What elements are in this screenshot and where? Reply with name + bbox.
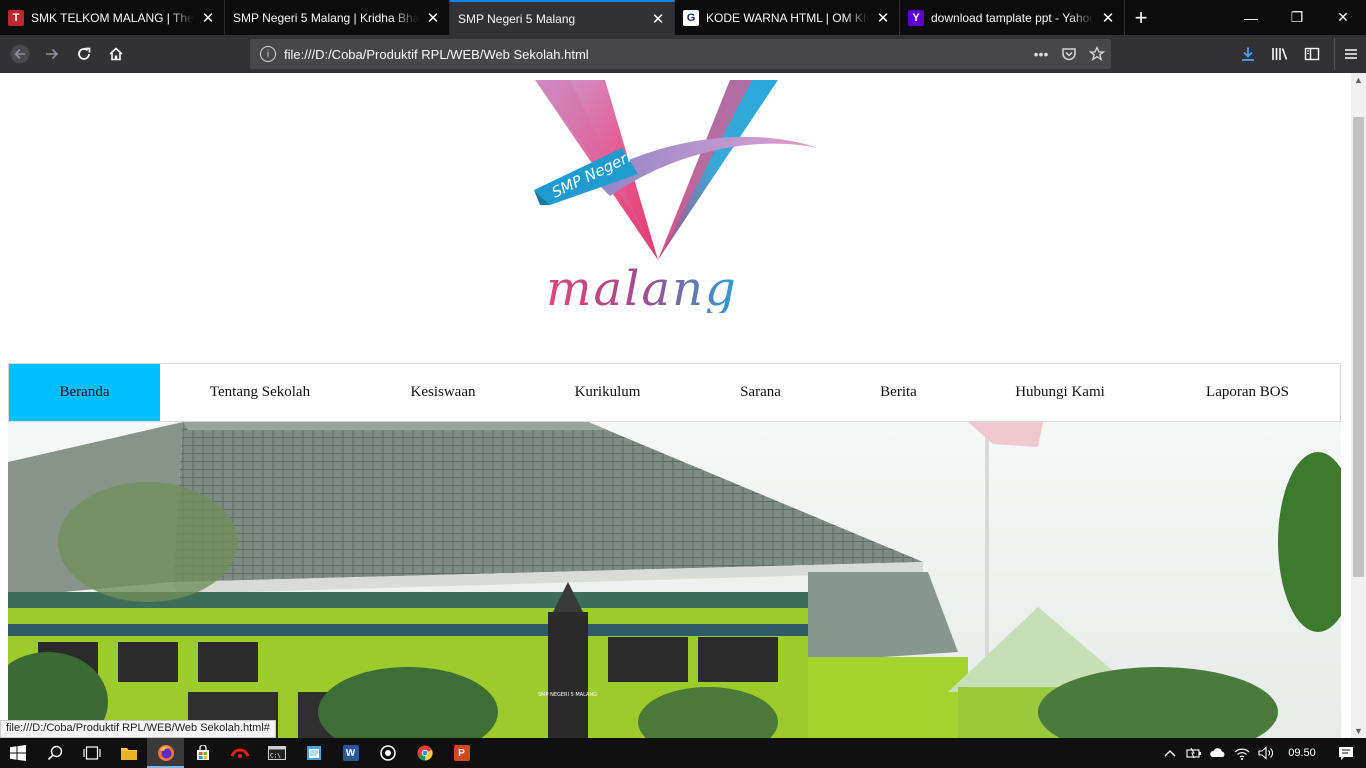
tab-title: KODE WARNA HTML | OM KICA — [706, 10, 869, 25]
hero-school-photo: SMP NEGERI 5 MALANG — [8, 422, 1341, 738]
pocket-icon[interactable] — [1055, 40, 1083, 68]
main-menu: Beranda Tentang Sekolah Kesiswaan Kuriku… — [8, 363, 1341, 422]
tab-strip: T SMK TELKOM MALANG | The R ✕ SMP Negeri… — [0, 0, 1366, 35]
close-tab-icon[interactable]: ✕ — [1100, 10, 1116, 27]
tab-yahoo[interactable]: Y download tamplate ppt - Yahoo ✕ — [900, 0, 1125, 35]
yahoo-favicon-icon: Y — [908, 9, 924, 26]
close-tab-icon[interactable]: ✕ — [875, 10, 891, 27]
new-tab-button[interactable]: + — [1125, 0, 1157, 35]
menu-hamburger-icon[interactable] — [1334, 38, 1366, 70]
toolbar-right — [1232, 38, 1366, 70]
power-plug-icon[interactable] — [1182, 738, 1206, 768]
tab-title: SMK TELKOM MALANG | The R — [31, 10, 194, 25]
windows-taskbar: C:\ W P 09.50 — [0, 738, 1366, 768]
search-icon[interactable] — [36, 738, 73, 768]
hero-sign-text: SMP NEGERI 5 MALANG — [538, 692, 597, 698]
bookmark-star-icon[interactable] — [1083, 40, 1111, 68]
system-tray: 09.50 — [1158, 738, 1366, 768]
navigation-toolbar: i file:///D:/Coba/Produktif RPL/WEB/Web … — [0, 35, 1366, 73]
tab-kode-warna[interactable]: G KODE WARNA HTML | OM KICA ✕ — [675, 0, 900, 35]
web-page: SMP Negeri malang Beranda Tentang Sekola… — [0, 73, 1351, 738]
firefox-icon[interactable] — [147, 738, 184, 768]
close-tab-icon[interactable]: ✕ — [650, 11, 666, 28]
page-actions-icon[interactable]: ••• — [1027, 40, 1055, 68]
minimize-icon[interactable]: — — [1228, 0, 1274, 35]
scrollbar-thumb[interactable] — [1353, 117, 1364, 577]
menu-item-hubungi-kami[interactable]: Hubungi Kami — [965, 364, 1155, 421]
scroll-down-icon[interactable]: ▼ — [1354, 726, 1363, 736]
home-icon[interactable] — [100, 38, 132, 70]
url-bar[interactable]: i file:///D:/Coba/Produktif RPL/WEB/Web … — [250, 39, 1111, 69]
media-icon[interactable] — [369, 738, 406, 768]
menu-item-kesiswaan[interactable]: Kesiswaan — [360, 364, 526, 421]
site-info-icon[interactable]: i — [260, 46, 276, 62]
menu-item-kurikulum[interactable]: Kurikulum — [526, 364, 689, 421]
onedrive-cloud-icon[interactable] — [1206, 738, 1230, 768]
tab-title: SMP Negeri 5 Malang | Kridha Bhak — [233, 10, 419, 25]
notepad-icon[interactable] — [295, 738, 332, 768]
tab-smpn5-active[interactable]: SMP Negeri 5 Malang ✕ — [450, 0, 675, 35]
forward-icon[interactable] — [36, 38, 68, 70]
wifi-icon[interactable] — [1230, 738, 1254, 768]
window-controls: — ❐ ✕ — [1228, 0, 1366, 35]
reload-icon[interactable] — [68, 38, 100, 70]
chrome-icon[interactable] — [406, 738, 443, 768]
svg-text:C:\: C:\ — [270, 753, 281, 760]
taskbar-clock[interactable]: 09.50 — [1278, 747, 1326, 759]
menu-item-berita[interactable]: Berita — [832, 364, 965, 421]
library-icon[interactable] — [1264, 38, 1296, 70]
file-explorer-icon[interactable] — [110, 738, 147, 768]
page-scrollbar[interactable]: ▲ ▼ — [1351, 73, 1366, 738]
menu-item-tentang-sekolah[interactable]: Tentang Sekolah — [160, 364, 360, 421]
url-text[interactable]: file:///D:/Coba/Produktif RPL/WEB/Web Se… — [284, 47, 1027, 62]
store-icon[interactable] — [184, 738, 221, 768]
sidebar-icon[interactable] — [1296, 38, 1328, 70]
link-status-bar: file:///D:/Coba/Produktif RPL/WEB/Web Se… — [0, 720, 276, 738]
restore-icon[interactable]: ❐ — [1274, 0, 1320, 35]
logo-wordmark: malang — [546, 261, 738, 313]
tab-title: SMP Negeri 5 Malang — [458, 11, 576, 26]
menu-item-sarana[interactable]: Sarana — [689, 364, 832, 421]
scroll-up-icon[interactable]: ▲ — [1354, 75, 1363, 85]
chevron-up-icon[interactable] — [1158, 738, 1182, 768]
tab-smk-telkom[interactable]: T SMK TELKOM MALANG | The R ✕ — [0, 0, 225, 35]
kode-warna-favicon-icon: G — [683, 9, 699, 26]
start-icon[interactable] — [0, 738, 36, 768]
downloads-icon[interactable] — [1232, 38, 1264, 70]
school-logo[interactable]: SMP Negeri malang — [530, 78, 820, 317]
action-center-icon[interactable] — [1326, 738, 1366, 768]
close-tab-icon[interactable]: ✕ — [425, 10, 441, 27]
menu-item-laporan-bos[interactable]: Laporan BOS — [1155, 364, 1340, 421]
close-tab-icon[interactable]: ✕ — [200, 10, 216, 27]
tab-smpn5-kridha[interactable]: SMP Negeri 5 Malang | Kridha Bhak ✕ — [225, 0, 450, 35]
menu-item-beranda[interactable]: Beranda — [9, 364, 160, 421]
close-window-icon[interactable]: ✕ — [1320, 0, 1366, 35]
word-icon[interactable]: W — [332, 738, 369, 768]
tab-title: download tamplate ppt - Yahoo — [931, 10, 1094, 25]
telkom-favicon-icon: T — [8, 9, 24, 26]
powerpoint-icon[interactable]: P — [443, 738, 480, 768]
volume-icon[interactable] — [1254, 738, 1278, 768]
back-icon[interactable] — [4, 38, 36, 70]
cmd-icon[interactable]: C:\ — [258, 738, 295, 768]
task-view-icon[interactable] — [73, 738, 110, 768]
app-red-icon[interactable] — [221, 738, 258, 768]
